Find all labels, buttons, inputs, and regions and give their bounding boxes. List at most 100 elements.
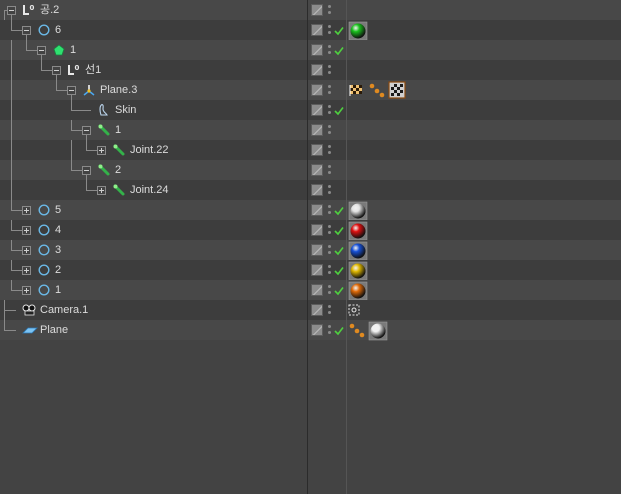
tree-row[interactable]: 1 bbox=[0, 120, 621, 140]
visibility-toggle-icon[interactable] bbox=[311, 4, 323, 16]
expand-toggle[interactable] bbox=[22, 286, 31, 295]
object-name-label[interactable]: 3 bbox=[55, 244, 61, 256]
tree-row[interactable]: Joint.24 bbox=[0, 180, 621, 200]
collapse-toggle[interactable] bbox=[22, 26, 31, 35]
editor-render-dots[interactable] bbox=[327, 124, 332, 136]
visibility-toggle-icon[interactable] bbox=[311, 244, 323, 256]
visibility-toggle-icon[interactable] bbox=[311, 304, 323, 316]
render-visibility-dot[interactable] bbox=[328, 311, 331, 314]
collapse-toggle[interactable] bbox=[82, 166, 91, 175]
visibility-toggle-icon[interactable] bbox=[311, 44, 323, 56]
enabled-check-icon[interactable] bbox=[334, 266, 344, 276]
editor-visibility-dot[interactable] bbox=[328, 25, 331, 28]
enabled-check-icon[interactable] bbox=[334, 246, 344, 256]
tree-row[interactable]: Skin bbox=[0, 100, 621, 120]
editor-visibility-dot[interactable] bbox=[328, 305, 331, 308]
tree-row[interactable]: 3 bbox=[0, 240, 621, 261]
material-tag-icon[interactable] bbox=[368, 321, 388, 341]
tree-row[interactable]: 1 bbox=[0, 280, 621, 301]
object-name-label[interactable]: 5 bbox=[55, 204, 61, 216]
editor-visibility-dot[interactable] bbox=[328, 325, 331, 328]
collapse-toggle[interactable] bbox=[52, 66, 61, 75]
editor-visibility-dot[interactable] bbox=[328, 45, 331, 48]
expand-toggle[interactable] bbox=[97, 186, 106, 195]
tree-row[interactable]: 2 bbox=[0, 160, 621, 180]
tree-row[interactable]: 6 bbox=[0, 20, 621, 41]
tree-row[interactable]: 4 bbox=[0, 220, 621, 241]
editor-visibility-dot[interactable] bbox=[328, 85, 331, 88]
object-name-label[interactable]: Camera.1 bbox=[40, 304, 88, 316]
visibility-toggle-icon[interactable] bbox=[311, 84, 323, 96]
editor-visibility-dot[interactable] bbox=[328, 125, 331, 128]
tree-row[interactable]: 5 bbox=[0, 200, 621, 221]
render-visibility-dot[interactable] bbox=[328, 51, 331, 54]
enabled-check-icon[interactable] bbox=[334, 206, 344, 216]
visibility-toggle-icon[interactable] bbox=[311, 24, 323, 36]
visibility-toggle-icon[interactable] bbox=[311, 184, 323, 196]
object-name-label[interactable]: Skin bbox=[115, 104, 136, 116]
column-divider-name[interactable] bbox=[307, 0, 308, 494]
render-visibility-dot[interactable] bbox=[328, 191, 331, 194]
object-name-label[interactable]: 1 bbox=[115, 124, 121, 136]
editor-render-dots[interactable] bbox=[327, 144, 332, 156]
material-tag-icon[interactable] bbox=[348, 241, 368, 261]
render-visibility-dot[interactable] bbox=[328, 271, 331, 274]
object-name-label[interactable]: 1 bbox=[70, 44, 76, 56]
render-visibility-dot[interactable] bbox=[328, 131, 331, 134]
visibility-toggle-icon[interactable] bbox=[311, 64, 323, 76]
editor-visibility-dot[interactable] bbox=[328, 105, 331, 108]
editor-render-dots[interactable] bbox=[327, 284, 332, 296]
material-tag-icon[interactable] bbox=[348, 201, 368, 221]
editor-visibility-dot[interactable] bbox=[328, 185, 331, 188]
object-name-label[interactable]: Plane bbox=[40, 324, 68, 336]
editor-visibility-dot[interactable] bbox=[328, 225, 331, 228]
render-visibility-dot[interactable] bbox=[328, 171, 331, 174]
object-name-label[interactable]: 공.2 bbox=[40, 4, 59, 16]
editor-render-dots[interactable] bbox=[327, 44, 332, 56]
tree-row[interactable]: Camera.1 bbox=[0, 300, 621, 320]
enabled-check-icon[interactable] bbox=[334, 226, 344, 236]
object-name-label[interactable]: 선1 bbox=[85, 64, 101, 76]
editor-visibility-dot[interactable] bbox=[328, 245, 331, 248]
visibility-toggle-icon[interactable] bbox=[311, 324, 323, 336]
render-visibility-dot[interactable] bbox=[328, 251, 331, 254]
column-divider-tags[interactable] bbox=[346, 0, 347, 494]
visibility-toggle-icon[interactable] bbox=[311, 204, 323, 216]
render-visibility-dot[interactable] bbox=[328, 71, 331, 74]
editor-visibility-dot[interactable] bbox=[328, 165, 331, 168]
object-name-label[interactable]: 2 bbox=[115, 164, 121, 176]
expand-toggle[interactable] bbox=[97, 146, 106, 155]
expand-toggle[interactable] bbox=[22, 206, 31, 215]
editor-render-dots[interactable] bbox=[327, 204, 332, 216]
editor-visibility-dot[interactable] bbox=[328, 285, 331, 288]
texture-tag-icon[interactable] bbox=[348, 82, 366, 98]
visibility-toggle-icon[interactable] bbox=[311, 284, 323, 296]
target-tag-icon[interactable] bbox=[348, 304, 360, 316]
render-visibility-dot[interactable] bbox=[328, 291, 331, 294]
editor-render-dots[interactable] bbox=[327, 4, 332, 16]
collapse-toggle[interactable] bbox=[37, 46, 46, 55]
enabled-check-icon[interactable] bbox=[334, 46, 344, 56]
object-name-label[interactable]: 4 bbox=[55, 224, 61, 236]
render-visibility-dot[interactable] bbox=[328, 331, 331, 334]
visibility-toggle-icon[interactable] bbox=[311, 224, 323, 236]
material-tag-icon[interactable] bbox=[348, 21, 368, 41]
editor-render-dots[interactable] bbox=[327, 184, 332, 196]
editor-render-dots[interactable] bbox=[327, 324, 332, 336]
object-name-label[interactable]: Joint.22 bbox=[130, 144, 169, 156]
editor-render-dots[interactable] bbox=[327, 164, 332, 176]
editor-render-dots[interactable] bbox=[327, 64, 332, 76]
expand-toggle[interactable] bbox=[22, 266, 31, 275]
render-visibility-dot[interactable] bbox=[328, 11, 331, 14]
checker-tag-icon[interactable] bbox=[388, 81, 406, 99]
tree-row[interactable]: 0 공.2 bbox=[0, 0, 621, 20]
editor-visibility-dot[interactable] bbox=[328, 265, 331, 268]
expand-toggle[interactable] bbox=[22, 226, 31, 235]
editor-render-dots[interactable] bbox=[327, 104, 332, 116]
editor-render-dots[interactable] bbox=[327, 24, 332, 36]
collapse-toggle[interactable] bbox=[67, 86, 76, 95]
material-tag-icon[interactable] bbox=[348, 261, 368, 281]
tree-row[interactable]: Joint.22 bbox=[0, 140, 621, 160]
enabled-check-icon[interactable] bbox=[334, 106, 344, 116]
collapse-toggle[interactable] bbox=[82, 126, 91, 135]
